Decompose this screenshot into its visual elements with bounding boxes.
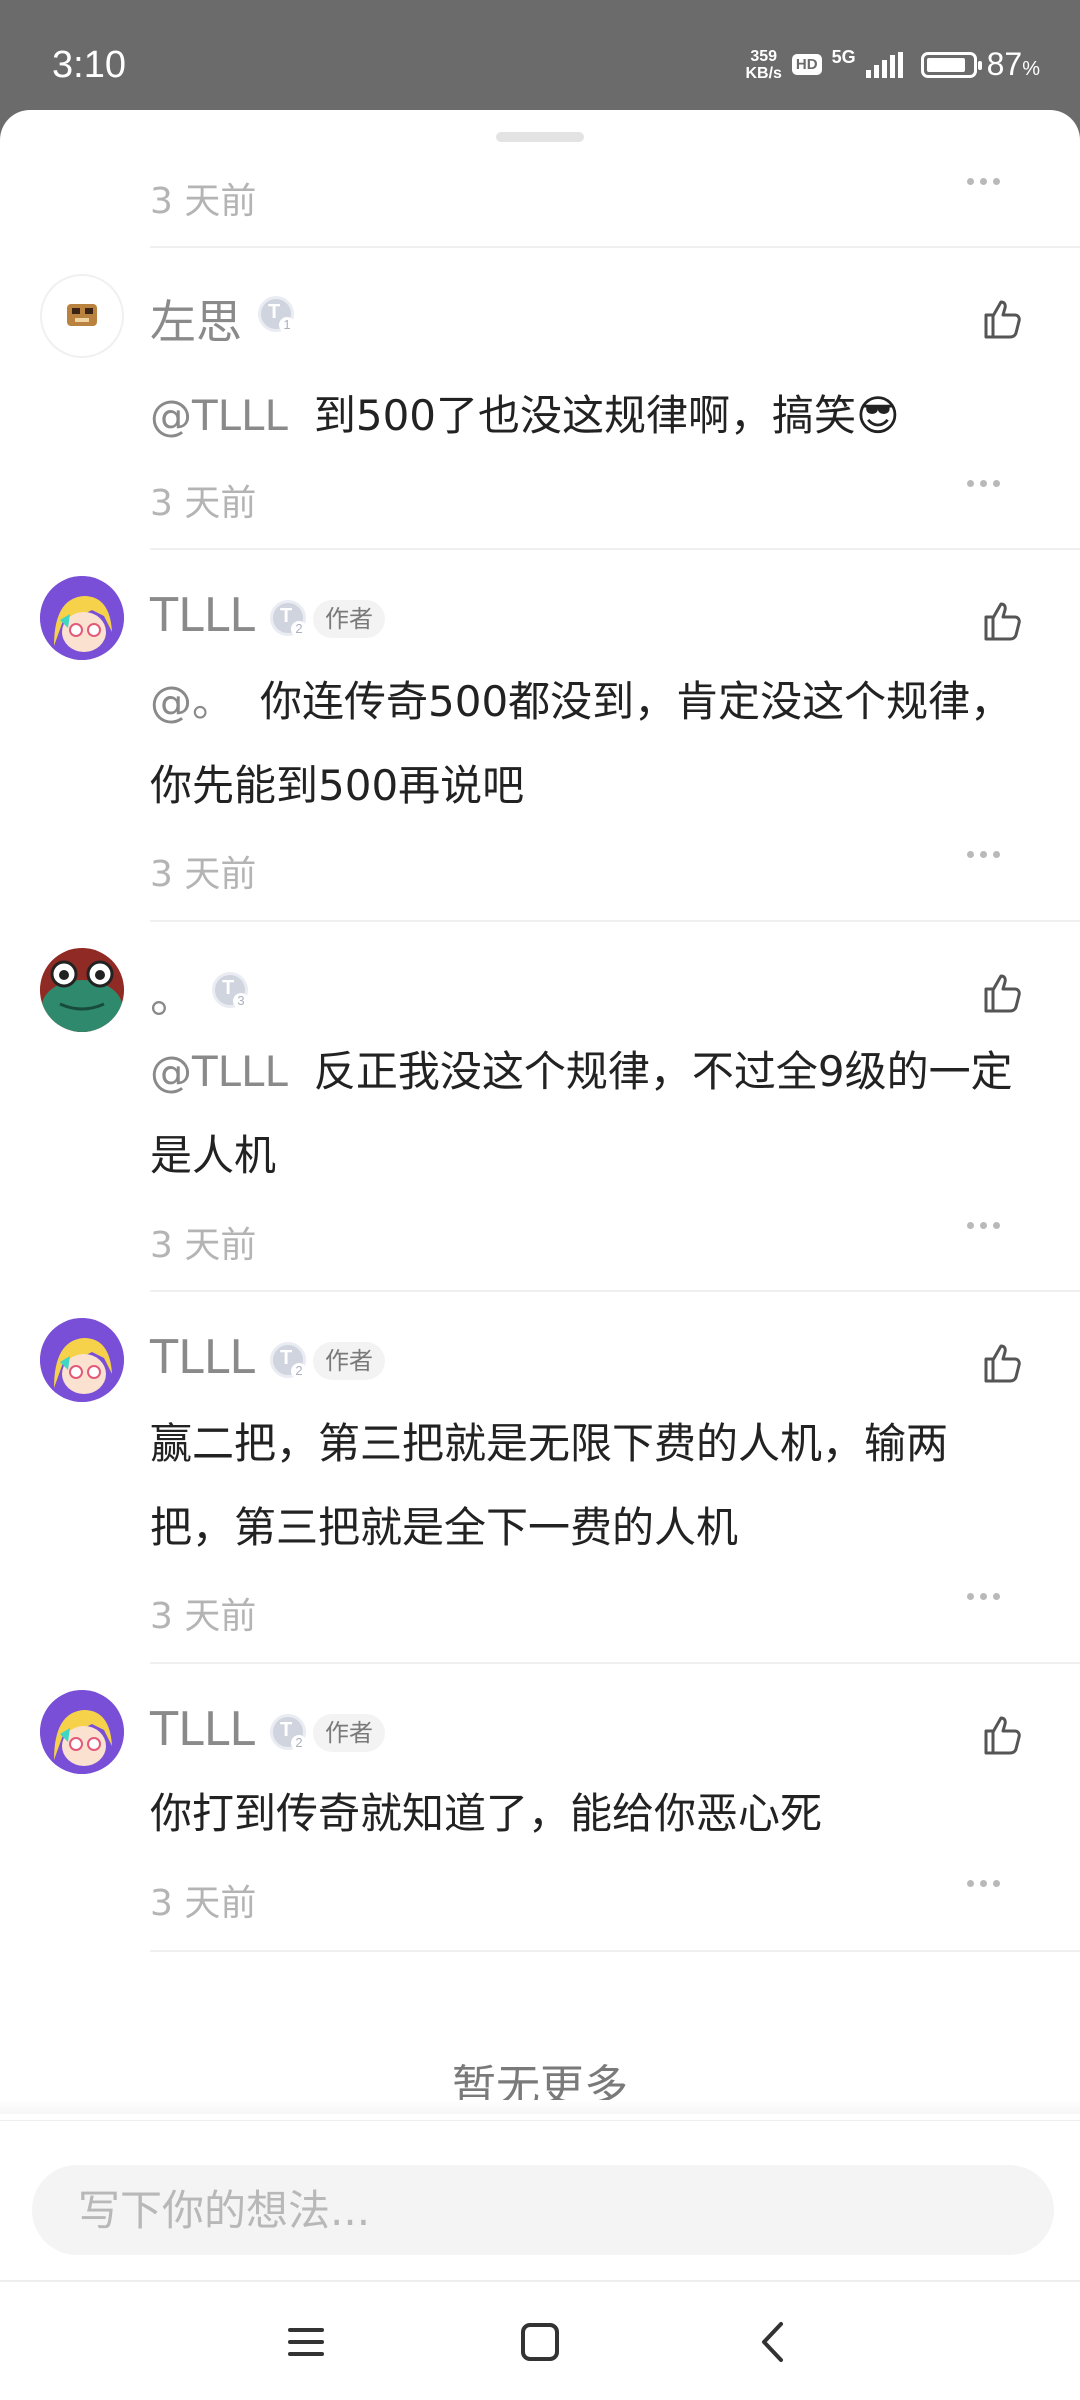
comment-text: @TLLL 到500了也没这规律啊，搞笑😎 bbox=[150, 391, 900, 440]
author-tag: 作者 bbox=[313, 1342, 385, 1380]
status-bar: 3:10 359 KB/s HD 5G 87% bbox=[0, 0, 1080, 110]
system-nav-bar bbox=[0, 2280, 1080, 2400]
back-chevron-icon[interactable] bbox=[744, 2312, 804, 2372]
battery-icon bbox=[920, 51, 982, 78]
comment-time: 3 天前 bbox=[150, 1883, 257, 1924]
network-type: 5G bbox=[831, 47, 856, 67]
divider bbox=[150, 1950, 1080, 1952]
comment-input[interactable] bbox=[32, 2165, 1054, 2255]
comments-sheet: 3 天前 左思 T1 @TLLL 到500了也没这规律啊，搞笑😎 3 天前 TLL… bbox=[0, 110, 1080, 2400]
status-time: 3:10 bbox=[52, 44, 126, 86]
comment-text: 你打到传奇就知道了，能给你恶心死 bbox=[150, 1789, 823, 1838]
username[interactable]: TLLL bbox=[150, 1330, 255, 1384]
more-dots-icon[interactable] bbox=[967, 178, 1000, 185]
home-square-icon[interactable] bbox=[510, 2312, 570, 2372]
thumbs-up-icon[interactable] bbox=[978, 597, 1026, 645]
battery-fill bbox=[926, 57, 965, 72]
thumbs-up-icon[interactable] bbox=[978, 1711, 1026, 1759]
avatar[interactable] bbox=[40, 274, 124, 358]
comment-time: 3 天前 bbox=[150, 1596, 257, 1637]
username[interactable]: 。 bbox=[150, 960, 196, 1026]
level-badge: T1 bbox=[258, 296, 295, 333]
comment-text: 赢二把，第三把就是无限下费的人机，输两把，第三把就是全下一费的人机 bbox=[150, 1419, 949, 1552]
thumbs-up-icon[interactable] bbox=[978, 1339, 1026, 1387]
menu-icon[interactable] bbox=[276, 2312, 336, 2372]
divider bbox=[150, 920, 1080, 922]
mention[interactable]: @TLLL bbox=[150, 391, 288, 440]
comment-meta: 3 天前 bbox=[150, 1866, 1040, 1926]
signal-icon bbox=[865, 51, 903, 78]
avatar[interactable] bbox=[40, 576, 124, 660]
avatar[interactable] bbox=[40, 1690, 124, 1774]
comment-time: 3 天前 bbox=[150, 181, 257, 222]
thumbs-up-icon[interactable] bbox=[978, 295, 1026, 343]
comment-time: 3 天前 bbox=[150, 854, 257, 895]
divider bbox=[150, 246, 1080, 248]
username[interactable]: TLLL bbox=[150, 588, 255, 642]
network-speed: 359 KB/s bbox=[745, 48, 781, 82]
more-dots-icon[interactable] bbox=[967, 480, 1000, 487]
network-speed-unit: KB/s bbox=[745, 64, 782, 82]
avatar[interactable] bbox=[40, 1318, 124, 1402]
more-dots-icon[interactable] bbox=[967, 1222, 1000, 1229]
level-badge: T3 bbox=[212, 972, 249, 1009]
status-indicators: 359 KB/s HD 5G 87% bbox=[745, 46, 1040, 83]
sheet-drag-handle[interactable] bbox=[496, 132, 584, 142]
fade-shadow bbox=[0, 2100, 1080, 2114]
more-dots-icon[interactable] bbox=[967, 1593, 1000, 1600]
comment-meta: 3 天前 bbox=[150, 1208, 1040, 1268]
divider bbox=[150, 1290, 1080, 1292]
level-badge: T2 bbox=[270, 600, 307, 637]
comment-meta: 3 天前 bbox=[150, 1579, 1040, 1639]
author-tag: 作者 bbox=[313, 600, 385, 638]
thumbs-up-icon[interactable] bbox=[978, 969, 1026, 1017]
comment-meta: 3 天前 bbox=[150, 164, 1040, 224]
divider bbox=[150, 548, 1080, 550]
level-badge: T2 bbox=[270, 1342, 307, 1379]
comment-text: @。 你连传奇500都没到，肯定没这个规律，你先能到500再说吧 bbox=[150, 677, 1013, 810]
mention[interactable]: @TLLL bbox=[150, 1047, 288, 1096]
comment-input-bar bbox=[0, 2120, 1080, 2281]
level-badge: T2 bbox=[270, 1714, 307, 1751]
network-speed-value: 359 bbox=[750, 47, 778, 65]
comment-meta: 3 天前 bbox=[150, 466, 1040, 526]
comment-time: 3 天前 bbox=[150, 1225, 257, 1266]
hd-icon: HD bbox=[791, 54, 822, 75]
divider bbox=[150, 1662, 1080, 1664]
avatar[interactable] bbox=[40, 948, 124, 1032]
battery-percent: 87% bbox=[986, 46, 1040, 82]
comment-meta: 3 天前 bbox=[150, 837, 1040, 897]
more-dots-icon[interactable] bbox=[967, 1880, 1000, 1887]
comment-text: @TLLL 反正我没这个规律，不过全9级的一定是人机 bbox=[150, 1047, 1013, 1180]
username[interactable]: TLLL bbox=[150, 1702, 255, 1756]
more-dots-icon[interactable] bbox=[967, 851, 1000, 858]
mention[interactable]: @。 bbox=[150, 677, 234, 726]
username[interactable]: 左思 bbox=[150, 286, 242, 352]
comment-time: 3 天前 bbox=[150, 483, 257, 524]
author-tag: 作者 bbox=[313, 1714, 385, 1752]
